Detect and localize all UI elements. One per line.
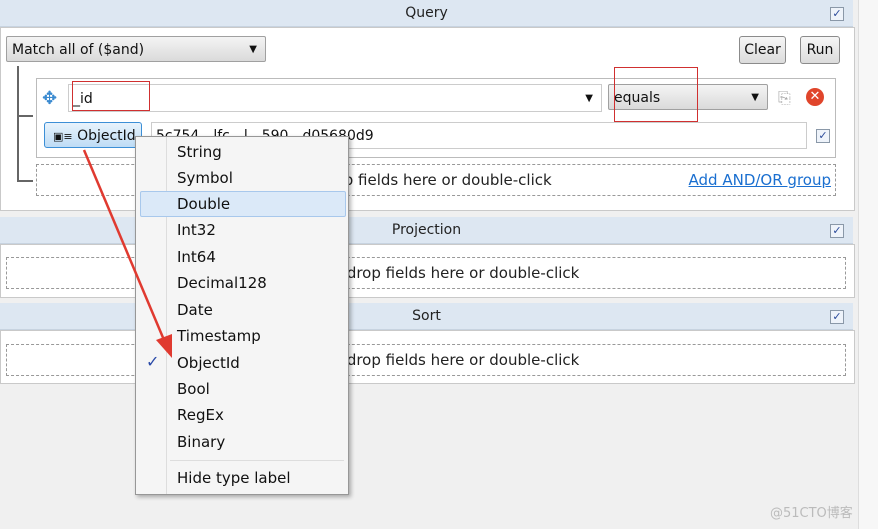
annotation-arrow (82, 149, 172, 358)
watermark: @51CTO博客 (770, 506, 853, 521)
